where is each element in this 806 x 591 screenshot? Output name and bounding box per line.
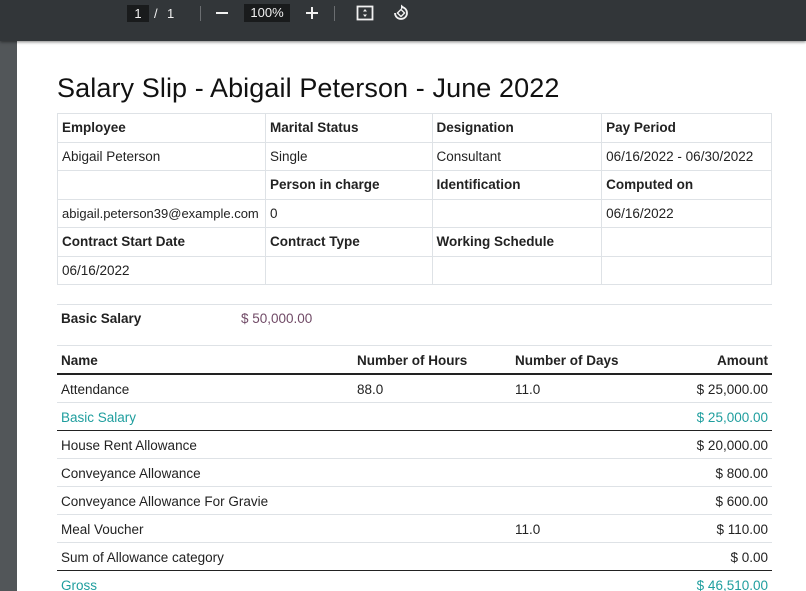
line-name: Meal Voucher bbox=[61, 522, 144, 537]
salary-line-gross: Gross $ 46,510.00 bbox=[57, 571, 772, 591]
line-days: 11.0 bbox=[515, 382, 541, 397]
basic-salary-value: $ 50,000.00 bbox=[241, 311, 313, 326]
line-amount: $ 25,000.00 bbox=[696, 410, 768, 425]
rotate-icon[interactable] bbox=[390, 2, 412, 24]
line-amount: $ 25,000.00 bbox=[696, 382, 768, 397]
salary-line-attendance: Attendance 88.0 11.0 $ 25,000.00 bbox=[57, 375, 772, 403]
pay-period-value: 06/16/2022 - 06/30/2022 bbox=[601, 141, 772, 171]
person-in-charge-value: 0 bbox=[264, 198, 433, 228]
line-amount: $ 20,000.00 bbox=[696, 438, 768, 453]
column-header-days: Number of Days bbox=[515, 353, 619, 368]
designation-value: Consultant bbox=[431, 141, 603, 171]
pay-period-label: Pay Period bbox=[601, 113, 772, 143]
column-header-name: Name bbox=[61, 353, 98, 368]
line-hours: 88.0 bbox=[357, 382, 384, 397]
employee-value: Abigail Peterson bbox=[57, 141, 266, 171]
column-header-amount: Amount bbox=[717, 353, 768, 368]
line-amount: $ 600.00 bbox=[715, 494, 768, 509]
page-number-input[interactable]: 1 bbox=[127, 5, 149, 22]
line-amount: $ 110.00 bbox=[716, 522, 768, 537]
contract-start-date-label: Contract Start Date bbox=[57, 227, 266, 257]
line-days: 11.0 bbox=[515, 522, 541, 537]
contract-type-value bbox=[264, 255, 433, 285]
pdf-toolbar: 1 / 1 100% bbox=[0, 0, 806, 41]
salary-lines-header: Name Number of Hours Number of Days Amou… bbox=[57, 345, 772, 375]
salary-line-conveyance-gravie: Conveyance Allowance For Gravie $ 600.00 bbox=[57, 487, 772, 515]
toolbar-divider bbox=[334, 6, 335, 21]
salary-line-allowance-sum: Sum of Allowance category $ 0.00 bbox=[57, 543, 772, 571]
line-name: Basic Salary bbox=[61, 410, 137, 425]
basic-salary-label: Basic Salary bbox=[61, 311, 142, 326]
line-name: Conveyance Allowance For Gravie bbox=[61, 494, 269, 509]
line-name: Gross bbox=[61, 578, 98, 591]
line-name: Conveyance Allowance bbox=[61, 466, 201, 481]
page-total: 1 bbox=[167, 6, 175, 21]
computed-on-value: 06/16/2022 bbox=[601, 198, 772, 228]
salary-line-conveyance: Conveyance Allowance $ 800.00 bbox=[57, 459, 772, 487]
line-amount: $ 0.00 bbox=[730, 550, 768, 565]
line-name: Attendance bbox=[61, 382, 130, 397]
person-in-charge-label: Person in charge bbox=[264, 170, 433, 200]
line-name: House Rent Allowance bbox=[61, 438, 197, 453]
employee-info-table: Employee Marital Status Designation Pay … bbox=[57, 113, 772, 285]
computed-on-label: Computed on bbox=[601, 170, 772, 200]
line-amount: $ 800.00 bbox=[715, 466, 768, 481]
zoom-in-icon[interactable] bbox=[301, 2, 323, 24]
identification-label: Identification bbox=[431, 170, 603, 200]
line-amount: $ 46,510.00 bbox=[696, 578, 768, 591]
zoom-out-icon[interactable] bbox=[211, 2, 233, 24]
marital-status-value: Single bbox=[264, 141, 433, 171]
salary-line-meal-voucher: Meal Voucher 11.0 $ 110.00 bbox=[57, 515, 772, 543]
pdf-page: Salary Slip - Abigail Peterson - June 20… bbox=[17, 41, 806, 591]
salary-line-house-rent: House Rent Allowance $ 20,000.00 bbox=[57, 431, 772, 459]
employee-email-value: abigail.peterson39@example.com bbox=[57, 198, 266, 228]
empty-cell bbox=[601, 227, 772, 257]
designation-label: Designation bbox=[431, 113, 603, 143]
page-separator: / bbox=[154, 6, 158, 21]
column-header-hours: Number of Hours bbox=[357, 353, 468, 368]
salary-line-basic-salary: Basic Salary $ 25,000.00 bbox=[57, 403, 772, 431]
viewer-background bbox=[0, 41, 17, 591]
identification-value bbox=[431, 198, 603, 228]
zoom-level-input[interactable]: 100% bbox=[244, 4, 290, 22]
working-schedule-label: Working Schedule bbox=[431, 227, 603, 257]
marital-status-label: Marital Status bbox=[264, 113, 433, 143]
line-name: Sum of Allowance category bbox=[61, 550, 224, 565]
working-schedule-value bbox=[431, 255, 603, 285]
page-title: Salary Slip - Abigail Peterson - June 20… bbox=[57, 73, 560, 103]
employee-label: Employee bbox=[57, 113, 266, 143]
contract-type-label: Contract Type bbox=[264, 227, 433, 257]
toolbar-divider bbox=[200, 6, 201, 21]
empty-cell bbox=[57, 170, 266, 200]
empty-cell bbox=[601, 255, 772, 285]
contract-start-date-value: 06/16/2022 bbox=[57, 255, 266, 285]
fit-page-icon[interactable] bbox=[354, 2, 376, 24]
basic-salary-row: Basic Salary $ 50,000.00 bbox=[57, 304, 772, 332]
